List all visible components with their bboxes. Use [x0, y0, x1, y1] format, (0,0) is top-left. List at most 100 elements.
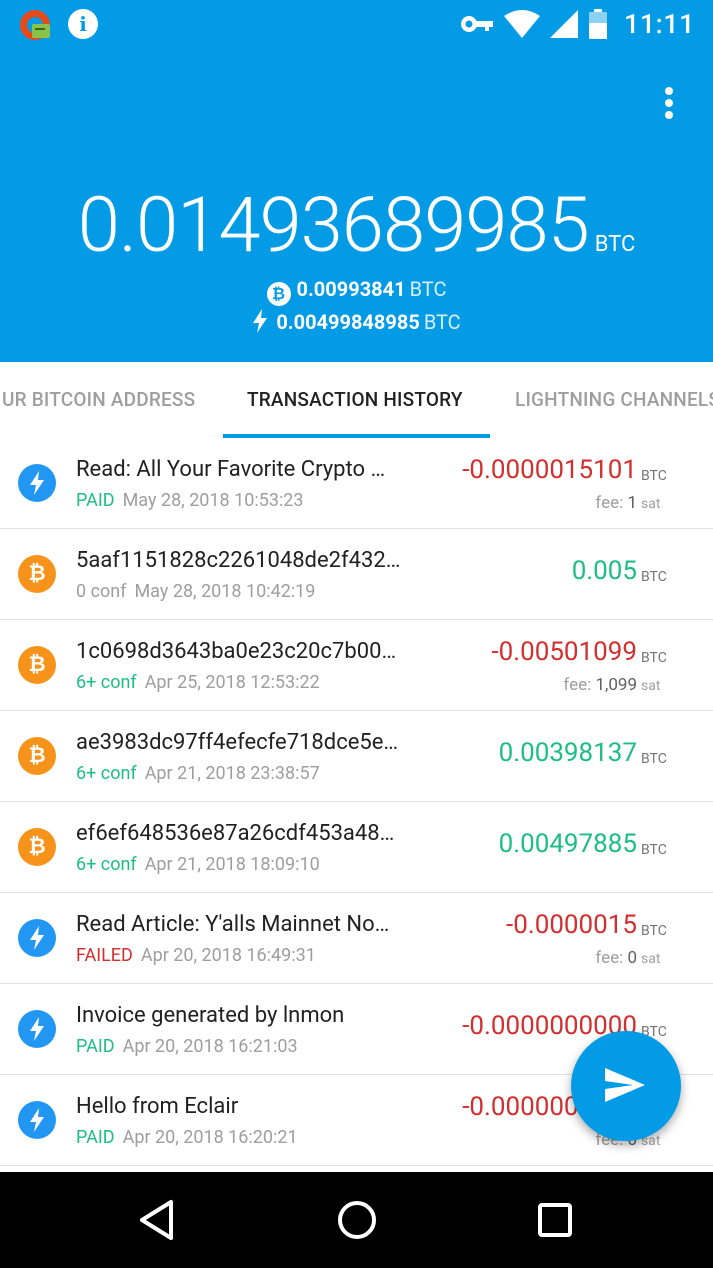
signal-icon: [549, 10, 578, 38]
transaction-title: Read: All Your Favorite Crypto …: [76, 457, 386, 482]
transaction-meta: FAILED Apr 20, 2018 16:49:31: [76, 945, 316, 966]
transaction-row[interactable]: Read Article: Y'alls Mainnet No… FAILED Ap…: [0, 893, 713, 984]
transaction-meta: 0 conf May 28, 2018 10:42:19: [76, 581, 315, 602]
transaction-row[interactable]: ₿ 1c0698d3643ba0e23c20c7b00… 6+ conf Apr 25…: [0, 620, 713, 711]
fee-value: 0: [627, 948, 637, 968]
transaction-unit: BTC: [641, 923, 667, 939]
lightning-icon: [18, 1101, 56, 1139]
onchain-balance-amount: 0.00993841: [296, 277, 406, 301]
transaction-amount: 0.00398137: [498, 738, 637, 768]
recents-icon[interactable]: [537, 1202, 573, 1238]
send-icon: [605, 1068, 645, 1102]
vpn-key-icon: [460, 16, 493, 32]
tab-transaction-history[interactable]: TRANSACTION HISTORY: [247, 362, 463, 438]
transaction-title: Read Article: Y'alls Mainnet No…: [76, 912, 390, 937]
fee-unit: sat: [641, 496, 661, 512]
transaction-status: PAID: [76, 490, 115, 511]
overflow-menu-icon[interactable]: [654, 84, 684, 124]
fee-value: 1,099: [595, 675, 637, 695]
transaction-meta: 6+ conf Apr 25, 2018 12:53:22: [76, 672, 320, 693]
clock: 11:11: [623, 8, 695, 40]
transaction-unit: BTC: [641, 650, 667, 666]
fee-label: fee:: [595, 493, 624, 513]
transaction-meta: PAID Apr 20, 2018 16:21:03: [76, 1036, 298, 1057]
transaction-meta: PAID May 28, 2018 10:53:23: [76, 490, 304, 511]
bitcoin-icon: ₿: [18, 737, 56, 775]
send-button[interactable]: [571, 1031, 681, 1141]
transaction-amount: -0.0000015: [506, 910, 637, 940]
transaction-fee: fee: 0: [595, 948, 637, 968]
transaction-row[interactable]: ₿ ef6ef648536e87a26cdf453a48… 6+ conf Apr 2…: [0, 802, 713, 893]
fee-value: 1: [627, 493, 637, 513]
lightning-icon: [253, 309, 268, 333]
transaction-title: Invoice generated by lnmon: [76, 1003, 345, 1028]
transaction-status: FAILED: [76, 945, 133, 966]
fee-label: fee:: [595, 948, 624, 968]
bitcoin-icon: ₿: [18, 555, 56, 593]
balance-amount: 0.01493689985: [77, 180, 590, 270]
transaction-date: Apr 20, 2018 16:20:21: [122, 1127, 298, 1148]
transaction-unit: BTC: [641, 751, 667, 767]
transaction-fee: fee: 1,099: [563, 675, 637, 695]
app-notification-icon: [20, 10, 50, 40]
transaction-title: 5aaf1151828c2261048de2f432…: [76, 548, 401, 573]
tab-bitcoin-address[interactable]: UR BITCOIN ADDRESS: [2, 362, 195, 438]
lightning-icon: [18, 1010, 56, 1048]
transaction-date: May 28, 2018 10:53:23: [122, 490, 304, 511]
transaction-status: 0 conf: [76, 581, 127, 602]
transaction-amount: 0.00497885: [498, 829, 637, 859]
battery-icon: [588, 9, 607, 39]
bitcoin-icon: ₿: [18, 828, 56, 866]
transaction-title: Hello from Eclair: [76, 1094, 239, 1119]
tab-lightning-channels[interactable]: LIGHTNING CHANNELS: [515, 362, 713, 438]
balance-header: i 11:11 0.01493689985 BTC ₿ 0.00993841 B…: [0, 0, 713, 362]
transaction-amount: 0.005: [571, 556, 637, 586]
fee-label: fee:: [563, 675, 592, 695]
lightning-icon: [18, 919, 56, 957]
transaction-unit: BTC: [641, 842, 667, 858]
back-icon[interactable]: [137, 1199, 177, 1241]
transaction-status: 6+ conf: [76, 763, 137, 784]
transaction-status: PAID: [76, 1127, 115, 1148]
lightning-icon: [18, 464, 56, 502]
transaction-date: Apr 25, 2018 12:53:22: [144, 672, 320, 693]
lightning-balance-unit: BTC: [423, 310, 461, 334]
transaction-date: May 28, 2018 10:42:19: [134, 581, 316, 602]
lightning-balance: 0.00499848985 BTC: [0, 309, 713, 334]
onchain-balance-unit: BTC: [409, 277, 447, 301]
lightning-balance-amount: 0.00499848985: [276, 310, 420, 334]
transaction-meta: PAID Apr 20, 2018 16:20:21: [76, 1127, 298, 1148]
transaction-date: Apr 20, 2018 16:49:31: [140, 945, 316, 966]
transaction-amount: -0.0000015101: [462, 455, 637, 485]
transaction-date: Apr 20, 2018 16:21:03: [122, 1036, 298, 1057]
transaction-row[interactable]: ₿ ae3983dc97ff4efecfe718dce5e… 6+ conf Apr …: [0, 711, 713, 802]
transaction-title: ef6ef648536e87a26cdf453a48…: [76, 821, 395, 846]
transaction-unit: BTC: [641, 468, 667, 484]
balance-unit: BTC: [594, 232, 636, 257]
info-icon: i: [68, 9, 98, 39]
transaction-row[interactable]: Read: All Your Favorite Crypto … PAID May …: [0, 438, 713, 529]
transaction-status: 6+ conf: [76, 854, 137, 875]
bitcoin-icon: ₿: [266, 282, 291, 306]
transaction-title: ae3983dc97ff4efecfe718dce5e…: [76, 730, 399, 755]
system-navigation-bar: [0, 1172, 713, 1268]
transaction-unit: BTC: [641, 569, 667, 585]
fee-unit: sat: [641, 678, 661, 694]
wifi-icon: [503, 10, 540, 38]
transaction-status: 6+ conf: [76, 672, 137, 693]
transaction-amount: -0.00501099: [491, 637, 637, 667]
onchain-balance: ₿ 0.00993841 BTC: [0, 277, 713, 306]
transaction-meta: 6+ conf Apr 21, 2018 23:38:57: [76, 763, 320, 784]
status-bar: i 11:11: [0, 0, 713, 48]
transaction-date: Apr 21, 2018 23:38:57: [144, 763, 320, 784]
transaction-title: 1c0698d3643ba0e23c20c7b00…: [76, 639, 397, 664]
bitcoin-icon: ₿: [18, 646, 56, 684]
transaction-date: Apr 21, 2018 18:09:10: [144, 854, 320, 875]
tab-bar: UR BITCOIN ADDRESS TRANSACTION HISTORY L…: [0, 362, 713, 438]
fee-unit: sat: [641, 951, 661, 967]
total-balance: 0.01493689985 BTC: [0, 180, 713, 270]
transaction-status: PAID: [76, 1036, 115, 1057]
transaction-row[interactable]: ₿ 5aaf1151828c2261048de2f432… 0 conf May 28…: [0, 529, 713, 620]
home-icon[interactable]: [336, 1199, 378, 1241]
transaction-fee: fee: 1: [595, 493, 637, 513]
